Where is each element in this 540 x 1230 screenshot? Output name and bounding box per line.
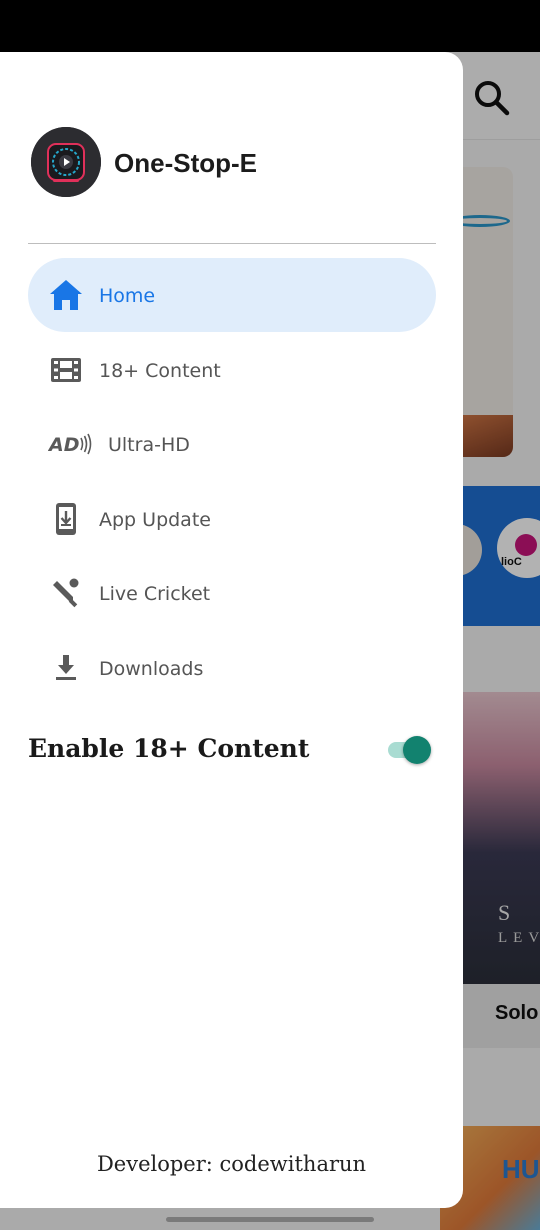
download-icon xyxy=(56,655,76,680)
cricket-icon xyxy=(53,578,79,608)
nav-item-label: App Update xyxy=(99,509,211,531)
nav-item-downloads[interactable]: Downloads xyxy=(28,631,436,705)
status-bar xyxy=(0,0,540,52)
nav-item-home[interactable]: Home xyxy=(28,258,436,332)
toggle-knob xyxy=(403,736,431,764)
home-icon xyxy=(50,280,82,310)
svg-text:AD: AD xyxy=(48,434,79,456)
app-name: One-Stop-E xyxy=(114,148,257,178)
app-logo-icon xyxy=(31,127,101,197)
nav-item-label: Home xyxy=(99,285,156,307)
nav-item-label: Downloads xyxy=(99,658,204,680)
nav-item-label: Ultra-HD xyxy=(108,434,190,456)
nav-item-18-content[interactable]: 18+ Content xyxy=(28,333,436,407)
home-indicator[interactable] xyxy=(166,1217,374,1222)
developer-credit: Developer: codewitharun xyxy=(96,1152,367,1176)
enable-adult-content-toggle[interactable] xyxy=(386,735,434,765)
app-logo xyxy=(31,127,101,197)
film-icon xyxy=(51,358,81,382)
nav-item-label: Live Cricket xyxy=(99,583,211,605)
navigation-drawer: One-Stop-E Home 18+ Content AD Ultra-HD xyxy=(0,52,463,1208)
divider xyxy=(28,243,436,244)
nav-item-label: 18+ Content xyxy=(99,360,221,382)
nav-item-live-cricket[interactable]: Live Cricket xyxy=(28,556,436,630)
enable-adult-content-label: Enable 18+ Content xyxy=(28,734,310,763)
phone-download-icon xyxy=(56,503,76,535)
audio-description-icon: AD xyxy=(48,433,92,456)
nav-item-app-update[interactable]: App Update xyxy=(28,482,436,556)
nav-item-ultra-hd[interactable]: AD Ultra-HD xyxy=(28,407,436,481)
